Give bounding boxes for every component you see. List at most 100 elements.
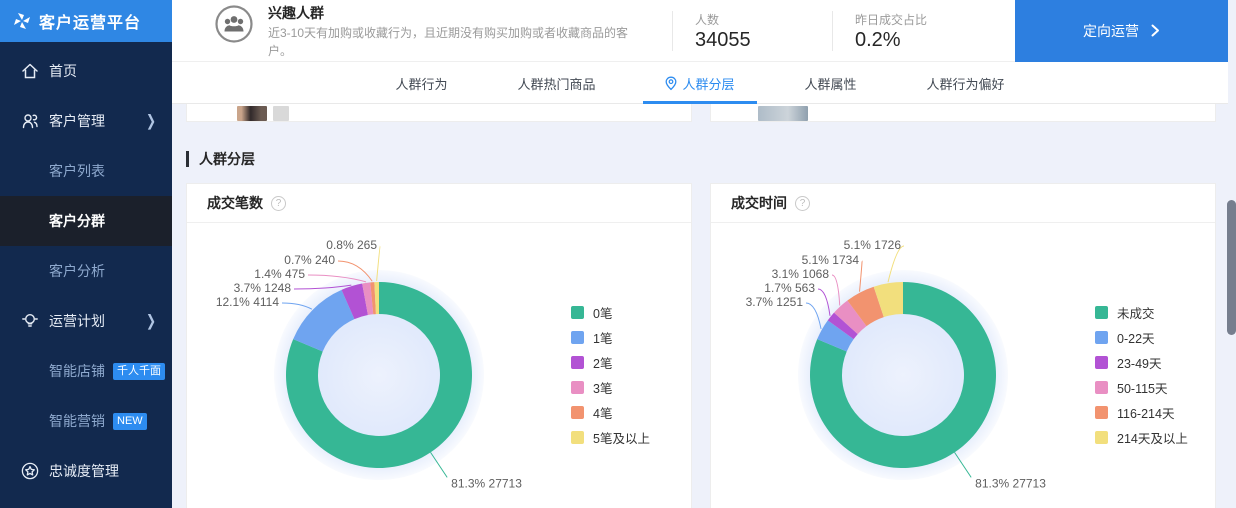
group-info: 兴趣人群 近3-10天有加购或收藏行为，且近期没有购买加购或者收藏商品的客户。 [172, 1, 672, 60]
sidebar-item-operation-plan[interactable]: 运营计划 ❯ [0, 296, 172, 346]
slice-label: 3.7% 1248 [234, 281, 292, 295]
legend-swatch [1095, 406, 1108, 419]
section-title-bar [186, 151, 189, 167]
tab-label: 人群行为 [395, 74, 447, 93]
help-icon[interactable]: ? [271, 196, 286, 211]
sidebar-item-smart-store[interactable]: 智能店铺 千人千面 [0, 346, 172, 396]
chevron-right-icon: ❯ [146, 312, 156, 330]
legend-swatch [1095, 381, 1108, 394]
legend-item[interactable]: 214天及以上 [1095, 425, 1188, 450]
main-content: 人群分层 成交笔数 ? 81.3% 27713 12.1% 41143.7% 12… [172, 104, 1236, 508]
section-title: 人群分层 [199, 149, 255, 169]
charts-row: 成交笔数 ? 81.3% 2771312.1% 41143.7% 12481.4… [172, 183, 1236, 508]
sidebar-item-customer-segment[interactable]: 客户分群 [0, 196, 172, 246]
sidebar-item-label: 运营计划 [49, 311, 105, 331]
targeted-operation-button[interactable]: 定向运营 [1015, 0, 1228, 62]
legend-swatch [571, 331, 584, 344]
legend-swatch [1095, 331, 1108, 344]
targeted-operation-label: 定向运营 [1083, 21, 1139, 41]
help-icon[interactable]: ? [795, 196, 810, 211]
legend-item[interactable]: 1笔 [571, 325, 650, 350]
sidebar: 客户运营平台 首页 客户管理 ❯ 客户列表 客户分群 客户分析 [0, 0, 172, 508]
legend-label: 214天及以上 [1117, 428, 1188, 447]
legend-item[interactable]: 2笔 [571, 350, 650, 375]
legend-item[interactable]: 未成交 [1095, 300, 1188, 325]
sidebar-item-label: 忠诚度管理 [49, 461, 119, 481]
slice-label: 5.1% 1726 [844, 238, 902, 252]
group-header: 兴趣人群 近3-10天有加购或收藏行为，且近期没有购买加购或者收藏商品的客户。 … [172, 0, 1228, 62]
home-icon [20, 61, 40, 81]
app-logo[interactable]: 客户运营平台 [0, 0, 172, 42]
slice-label: 3.1% 1068 [772, 267, 830, 281]
metric-label: 人数 [695, 11, 832, 28]
sidebar-item-customer-management[interactable]: 客户管理 ❯ [0, 96, 172, 146]
card-header: 成交笔数 ? [187, 184, 691, 223]
metric-count: 人数 34055 [672, 11, 832, 51]
donut-chart-deal-count: 81.3% 2771312.1% 41143.7% 12481.4% 4750.… [187, 223, 691, 508]
legend-swatch [571, 306, 584, 319]
legend-swatch [571, 381, 584, 394]
slice-label: 1.7% 563 [764, 281, 815, 295]
legend-label: 5笔及以上 [593, 428, 650, 447]
product-thumbnail [273, 106, 289, 121]
loyalty-star-icon [20, 461, 40, 481]
section-title-row: 人群分层 [186, 149, 1236, 169]
card-title: 成交笔数 [207, 193, 263, 213]
sidebar-item-loyalty-management[interactable]: 忠诚度管理 [0, 446, 172, 496]
sidebar-nav: 首页 客户管理 ❯ 客户列表 客户分群 客户分析 [0, 42, 172, 496]
legend-label: 3笔 [593, 378, 612, 397]
legend-label: 0笔 [593, 303, 612, 322]
donut-slice[interactable] [293, 290, 354, 352]
group-avatar-icon [214, 4, 254, 44]
legend-item[interactable]: 0笔 [571, 300, 650, 325]
legend-item[interactable]: 0-22天 [1095, 325, 1188, 350]
tab-label: 人群属性 [805, 74, 857, 93]
slice-label: 0.8% 265 [326, 238, 377, 252]
sidebar-item-label: 智能店铺 [49, 361, 105, 381]
legend-item[interactable]: 50-115天 [1095, 375, 1188, 400]
sidebar-item-home[interactable]: 首页 [0, 46, 172, 96]
chevron-right-icon [1151, 24, 1160, 37]
product-thumbnail [758, 106, 808, 121]
legend-label: 2笔 [593, 353, 612, 372]
legend-item[interactable]: 5笔及以上 [571, 425, 650, 450]
legend-swatch [1095, 306, 1108, 319]
sidebar-item-customer-analysis[interactable]: 客户分析 [0, 246, 172, 296]
legend-swatch [571, 431, 584, 444]
legend-item[interactable]: 4笔 [571, 400, 650, 425]
pinwheel-logo-icon [12, 11, 32, 31]
group-text: 兴趣人群 近3-10天有加购或收藏行为，且近期没有购买加购或者收藏商品的客户。 [268, 1, 640, 60]
slice-label: 5.1% 1734 [802, 253, 860, 267]
new-badge: NEW [113, 413, 147, 430]
legend-label: 116-214天 [1117, 403, 1174, 422]
legend-swatch [571, 406, 584, 419]
tab-group-hot-products[interactable]: 人群热门商品 [511, 62, 601, 104]
scrollbar-thumb[interactable] [1227, 200, 1236, 335]
tabbar: 人群行为 人群热门商品 人群分层 人群属性 人群行为偏好 [172, 62, 1228, 104]
app-title: 客户运营平台 [39, 9, 141, 33]
legend-label: 未成交 [1117, 303, 1155, 322]
metric-label: 昨日成交占比 [855, 11, 992, 28]
slice-label: 81.3% 27713 [975, 476, 1046, 490]
tab-group-attributes[interactable]: 人群属性 [799, 62, 863, 104]
tab-group-behavior[interactable]: 人群行为 [389, 62, 453, 104]
slice-label: 12.1% 4114 [216, 295, 279, 309]
location-pin-icon [665, 76, 677, 91]
group-name: 兴趣人群 [268, 3, 640, 23]
sidebar-item-label: 客户列表 [49, 161, 105, 181]
legend-item[interactable]: 116-214天 [1095, 400, 1188, 425]
legend-item[interactable]: 3笔 [571, 375, 650, 400]
metric-deal-ratio: 昨日成交占比 0.2% [832, 11, 992, 51]
legend-item[interactable]: 23-49天 [1095, 350, 1188, 375]
tab-group-stratification[interactable]: 人群分层 [659, 62, 740, 104]
tab-group-behavior-preference[interactable]: 人群行为偏好 [921, 62, 1011, 104]
sidebar-item-label: 首页 [49, 61, 77, 81]
slice-label: 81.3% 27713 [451, 476, 522, 490]
chart-legend: 0笔 1笔 2笔 3笔 4笔 5笔及以上 [571, 300, 650, 450]
tab-label: 人群行为偏好 [927, 74, 1005, 93]
sidebar-item-customer-list[interactable]: 客户列表 [0, 146, 172, 196]
lightbulb-icon [20, 311, 40, 331]
deal-count-card: 成交笔数 ? 81.3% 2771312.1% 41143.7% 12481.4… [186, 183, 692, 508]
previous-section-cutoff [172, 104, 1236, 122]
sidebar-item-smart-marketing[interactable]: 智能营销 NEW [0, 396, 172, 446]
